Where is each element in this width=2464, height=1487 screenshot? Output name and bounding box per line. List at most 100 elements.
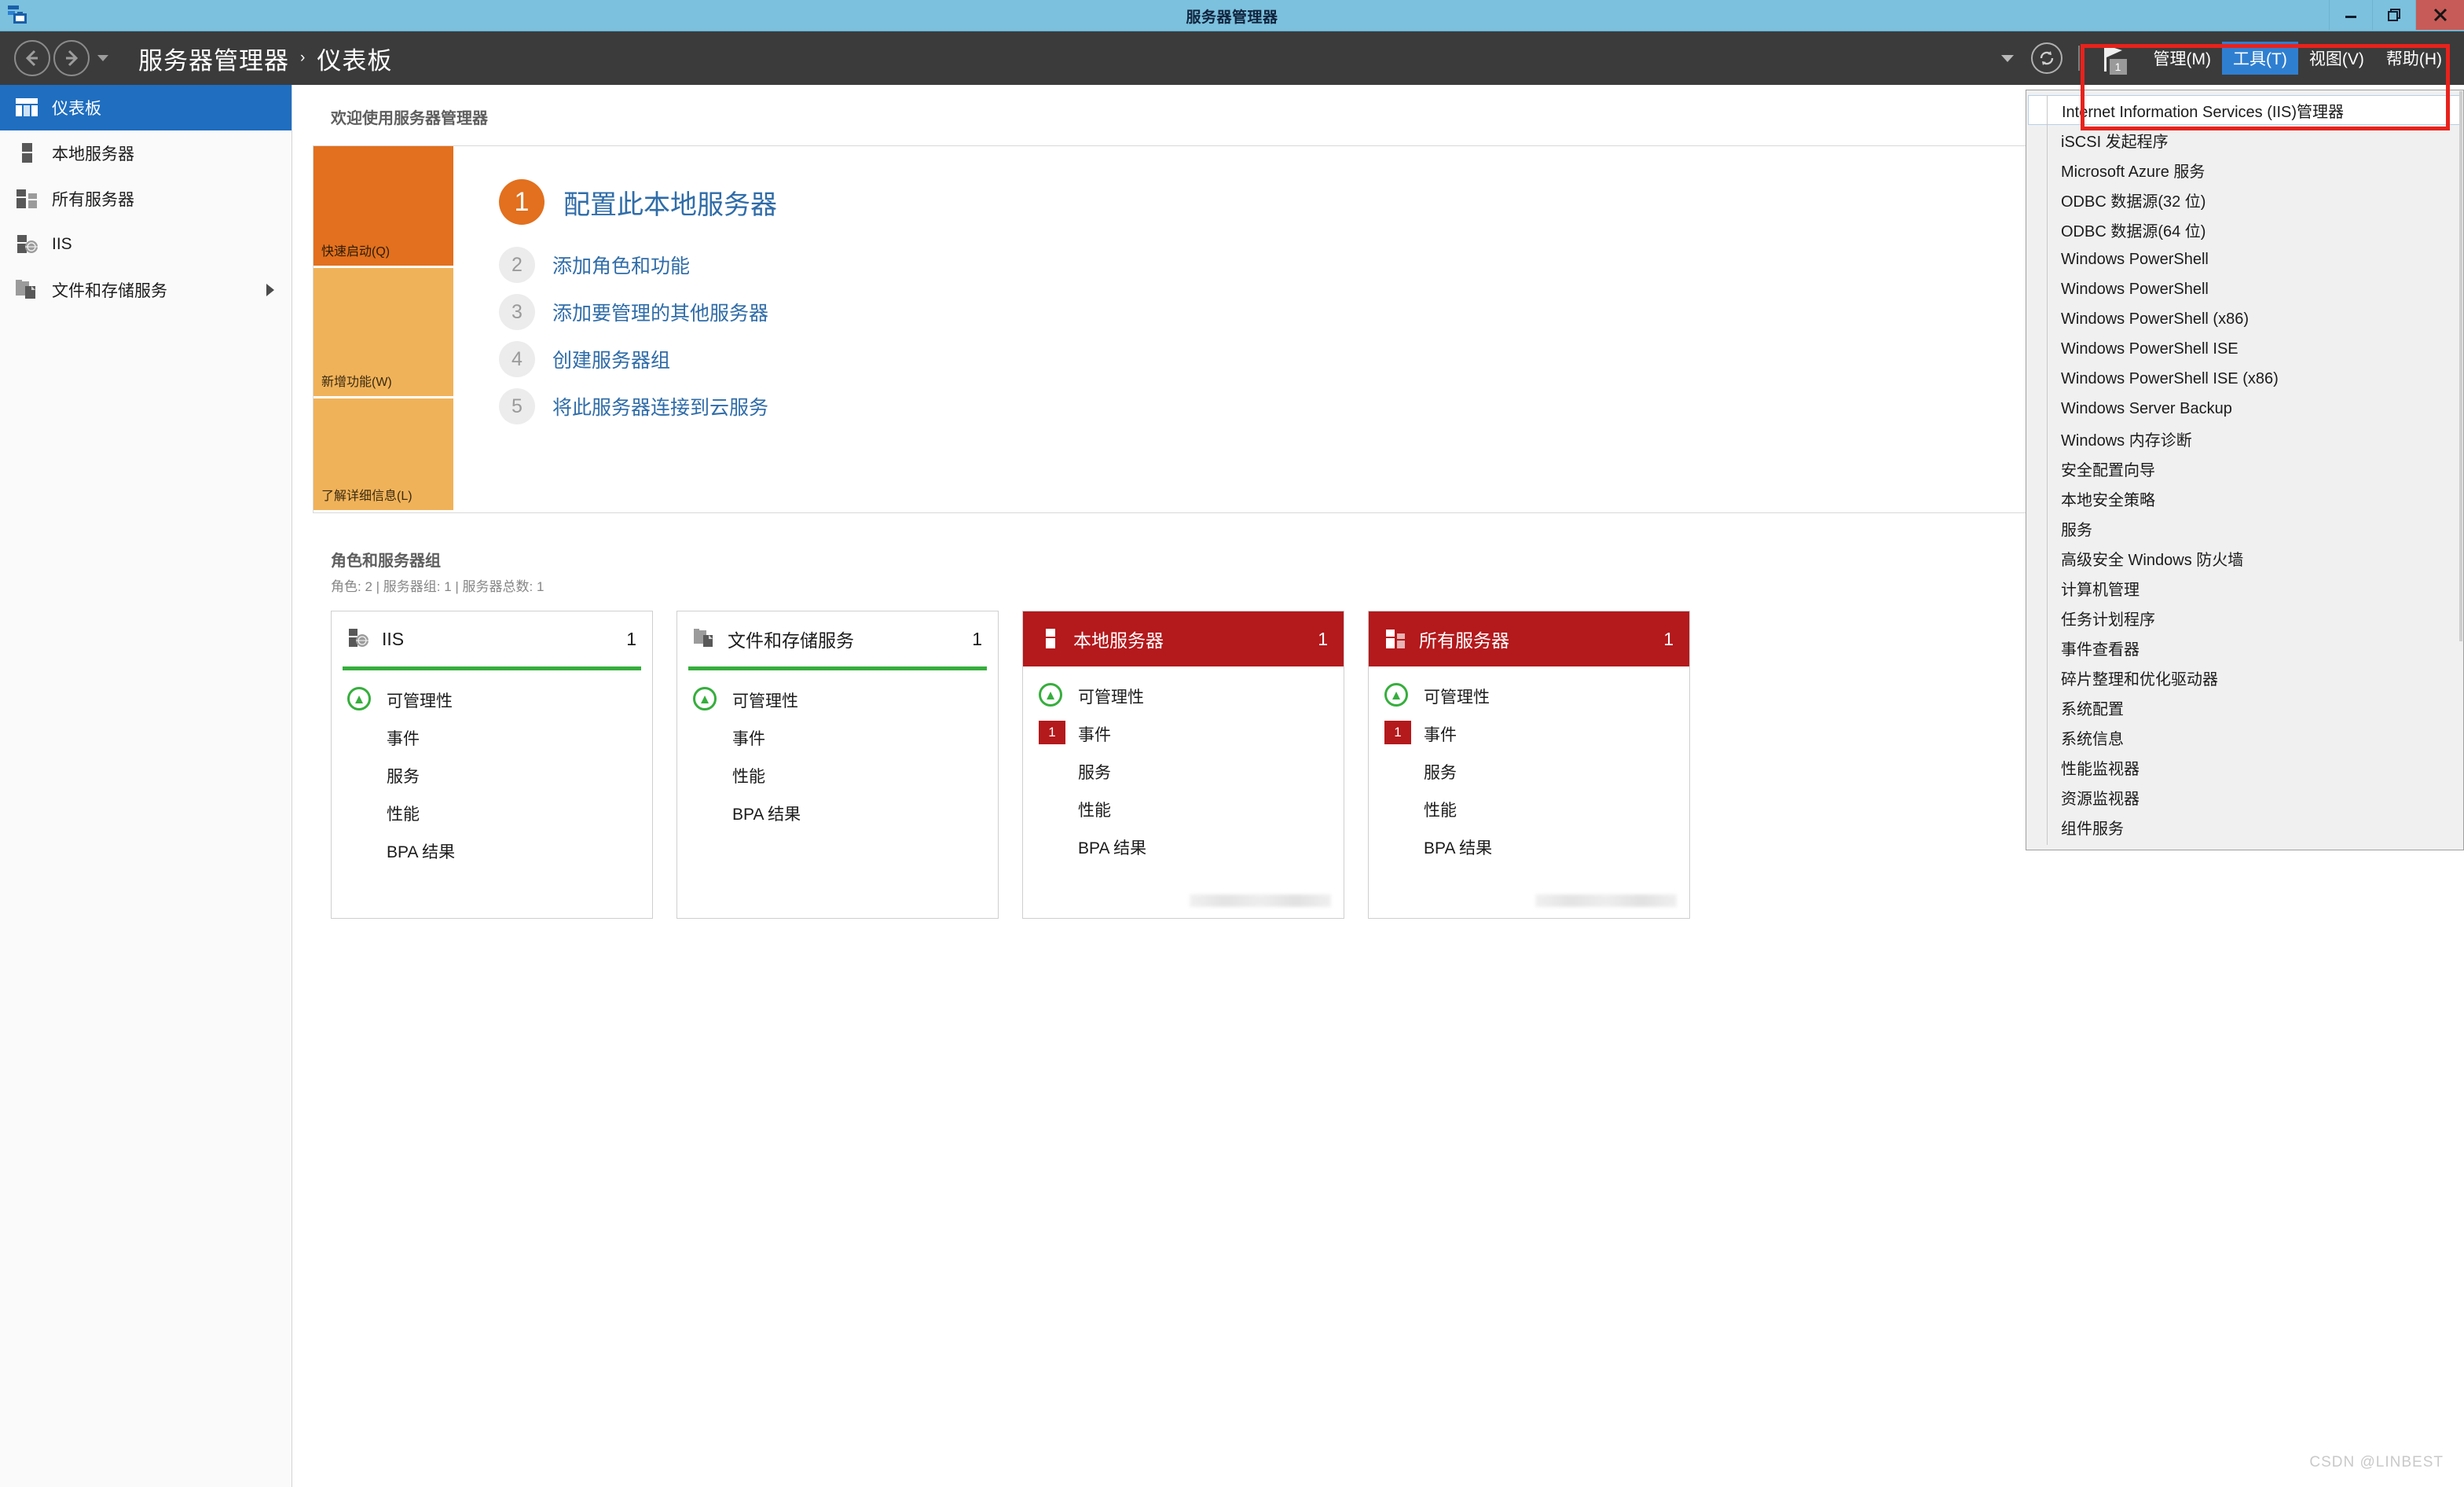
sidebar-item-label: 仪表板 (52, 96, 101, 119)
tools-menu-item-powershell-ise[interactable]: Windows PowerShell ISE (2026, 334, 2463, 364)
tools-menu-item-system-configuration[interactable]: 系统配置 (2026, 692, 2463, 722)
card-row-services[interactable]: 服务 (1023, 753, 1344, 791)
tools-menu-item-azure-services[interactable]: Microsoft Azure 服务 (2026, 155, 2463, 185)
menu-view[interactable]: 视图(V) (2298, 42, 2375, 75)
tools-menu-item-iis-manager[interactable]: Internet Information Services (IIS)管理器 (2028, 95, 2462, 125)
card-row-events[interactable]: 事件 (332, 719, 652, 757)
tools-menu-item-security-config-wizard[interactable]: 安全配置向导 (2026, 453, 2463, 483)
card-count: 1 (626, 629, 636, 650)
tools-menu-item-performance-monitor[interactable]: 性能监视器 (2026, 752, 2463, 782)
card-row-manageability[interactable]: ▲ 可管理性 (1023, 677, 1344, 715)
card-row-performance[interactable]: 性能 (1023, 791, 1344, 828)
card-row-services[interactable]: 服务 (1369, 753, 1689, 791)
card-row-bpa-results[interactable]: BPA 结果 (677, 795, 998, 832)
card-row-performance[interactable]: 性能 (677, 757, 998, 795)
step-label[interactable]: 创建服务器组 (552, 345, 670, 373)
restore-button[interactable] (2372, 0, 2415, 30)
tile-learn-more[interactable]: 了解详细信息(L) (314, 396, 453, 510)
tools-menu-item-windows-firewall[interactable]: 高级安全 Windows 防火墙 (2026, 543, 2463, 573)
tools-menu-item-powershell-ise-x86[interactable]: Windows PowerShell ISE (x86) (2026, 364, 2463, 394)
command-bar: 服务器管理器 › 仪表板 1 管理(M (0, 31, 2464, 85)
card-row-bpa-results[interactable]: BPA 结果 (1023, 828, 1344, 866)
card-row-services[interactable]: 服务 (332, 757, 652, 795)
tools-menu-item-odbc-64[interactable]: ODBC 数据源(64 位) (2026, 215, 2463, 244)
tools-menu-item-defragment[interactable]: 碎片整理和优化驱动器 (2026, 663, 2463, 692)
card-rows: ▲ 可管理性 事件 性能 BPA 结果 (677, 670, 998, 832)
tools-menu-item-powershell-x86[interactable]: Windows PowerShell (x86) (2026, 304, 2463, 334)
card-row-label: 可管理性 (1424, 685, 1490, 708)
card-iis[interactable]: IIS 1 ▲ 可管理性 事件 (331, 611, 653, 919)
card-row-events[interactable]: 1 事件 (1023, 715, 1344, 753)
card-row-label: 服务 (387, 764, 420, 788)
tile-whats-new[interactable]: 新增功能(W) (314, 266, 453, 396)
card-row-manageability[interactable]: ▲ 可管理性 (677, 681, 998, 719)
step-label[interactable]: 将此服务器连接到云服务 (552, 392, 768, 420)
dashboard-icon (14, 96, 41, 119)
events-indicator (347, 725, 374, 751)
bpa-indicator (1039, 834, 1065, 861)
step-label[interactable]: 添加角色和功能 (552, 251, 690, 279)
tools-menu-item-computer-management[interactable]: 计算机管理 (2026, 573, 2463, 603)
sidebar: 仪表板 本地服务器 所有服务器 (0, 85, 292, 1487)
sidebar-item-file-storage-services[interactable]: 文件和存储服务 (0, 267, 292, 313)
events-count-badge: 1 (1039, 721, 1065, 747)
card-row-bpa-results[interactable]: BPA 结果 (332, 832, 652, 870)
forward-button[interactable] (53, 40, 90, 76)
sidebar-item-iis[interactable]: IIS (0, 222, 292, 267)
card-all-servers[interactable]: 所有服务器 1 ▲ 可管理性 1 事件 (1368, 611, 1690, 919)
card-local-server[interactable]: 本地服务器 1 ▲ 可管理性 1 事件 (1022, 611, 1344, 919)
step-label[interactable]: 添加要管理的其他服务器 (552, 298, 768, 326)
card-file-storage-services[interactable]: 文件和存储服务 1 ▲ 可管理性 事件 (676, 611, 999, 919)
dropdown-rail (2047, 95, 2048, 845)
tools-menu-item-services[interactable]: 服务 (2026, 513, 2463, 543)
breadcrumb-current: 仪表板 (317, 41, 392, 76)
close-button[interactable] (2415, 0, 2464, 30)
window-title: 服务器管理器 (0, 0, 2464, 31)
toolbar-divider (2078, 46, 2080, 71)
card-title: 所有服务器 (1419, 626, 1663, 652)
tools-menu-item-resource-monitor[interactable]: 资源监视器 (2026, 782, 2463, 812)
tools-dropdown-menu: Internet Information Services (IIS)管理器 i… (2026, 90, 2464, 850)
notifications-chevron-down-icon[interactable] (2001, 55, 2014, 62)
tools-menu-item-memory-diagnostic[interactable]: Windows 内存诊断 (2026, 424, 2463, 453)
sidebar-item-local-server[interactable]: 本地服务器 (0, 130, 292, 176)
chevron-right-icon[interactable] (266, 284, 274, 296)
refresh-icon[interactable] (2031, 42, 2062, 74)
performance-indicator (347, 800, 374, 827)
sidebar-item-dashboard[interactable]: 仪表板 (0, 85, 292, 130)
history-chevron-down-icon[interactable] (97, 55, 108, 61)
tools-menu-item-iscsi-initiator[interactable]: iSCSI 发起程序 (2026, 125, 2463, 155)
notification-badge: 1 (2110, 59, 2127, 75)
menu-manage[interactable]: 管理(M) (2143, 42, 2222, 75)
tools-menu-item-odbc-32[interactable]: ODBC 数据源(32 位) (2026, 185, 2463, 215)
sidebar-item-all-servers[interactable]: 所有服务器 (0, 176, 292, 222)
card-row-events[interactable]: 事件 (677, 719, 998, 757)
notification-flag[interactable]: 1 (2096, 40, 2132, 76)
step-number: 2 (499, 247, 535, 283)
tools-menu-item-task-scheduler[interactable]: 任务计划程序 (2026, 603, 2463, 633)
tools-menu-item-powershell-2[interactable]: Windows PowerShell (2026, 274, 2463, 304)
card-row-manageability[interactable]: ▲ 可管理性 (332, 681, 652, 719)
menu-tools[interactable]: 工具(T) (2222, 42, 2298, 75)
tools-menu-item-server-backup[interactable]: Windows Server Backup (2026, 394, 2463, 424)
tools-menu-item-component-services[interactable]: 组件服务 (2026, 812, 2463, 842)
tools-menu-item-powershell[interactable]: Windows PowerShell (2026, 244, 2463, 274)
tools-menu-item-local-security-policy[interactable]: 本地安全策略 (2026, 483, 2463, 513)
card-row-performance[interactable]: 性能 (332, 795, 652, 832)
back-button[interactable] (14, 40, 50, 76)
tile-quick-start[interactable]: 快速启动(Q) (314, 146, 453, 266)
tools-menu-item-system-information[interactable]: 系统信息 (2026, 722, 2463, 752)
tools-menu-item-event-viewer[interactable]: 事件查看器 (2026, 633, 2463, 663)
menu-help[interactable]: 帮助(H) (2375, 42, 2453, 75)
card-row-events[interactable]: 1 事件 (1369, 715, 1689, 753)
card-row-label: 性能 (732, 764, 765, 788)
card-row-bpa-results[interactable]: BPA 结果 (1369, 828, 1689, 866)
card-row-label: BPA 结果 (732, 802, 801, 825)
breadcrumb-root[interactable]: 服务器管理器 (138, 41, 289, 76)
card-row-manageability[interactable]: ▲ 可管理性 (1369, 677, 1689, 715)
minimize-button[interactable] (2329, 0, 2372, 30)
card-row-performance[interactable]: 性能 (1369, 791, 1689, 828)
services-indicator (1039, 758, 1065, 785)
dropdown-scrollbar[interactable] (2459, 91, 2462, 641)
step-label[interactable]: 配置此本地服务器 (563, 183, 777, 222)
